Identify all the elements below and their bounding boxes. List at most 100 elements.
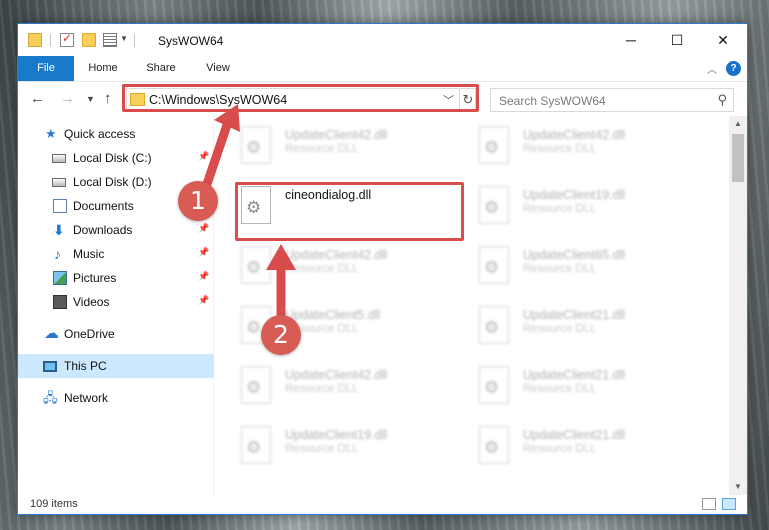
properties-icon[interactable] <box>60 31 74 47</box>
documents-icon <box>53 199 67 213</box>
file-item[interactable]: ⚙ UpdateClient21.dll Resource DLL <box>479 424 699 472</box>
file-item[interactable]: ⚙ UpdateClient19.dll Resource DLL <box>479 184 699 232</box>
tab-view[interactable]: View <box>194 56 242 81</box>
file-item[interactable]: ⚙ UpdateClient42.dll Resource DLL <box>241 124 461 172</box>
search-icon[interactable]: ⚲ <box>717 92 727 108</box>
ribbon-tabs: File Home Share View ︿ ? <box>18 56 747 82</box>
sidebar-item-music[interactable]: ♪ Music 📌 <box>18 242 214 266</box>
file-item[interactable]: ⚙ UpdateClient21.dll Resource DLL <box>479 304 699 352</box>
dll-file-icon: ⚙ <box>479 306 509 344</box>
file-item[interactable]: ⚙ UpdateClient42.dll Resource DLL <box>241 364 461 412</box>
sidebar-item-label: Quick access <box>64 127 136 141</box>
file-item[interactable]: ⚙ UpdateClient65.dll Resource DLL <box>479 244 699 292</box>
file-item[interactable]: ⚙ UpdateClient21.dll Resource DLL <box>479 364 699 412</box>
sidebar-item-videos[interactable]: Videos 📌 <box>18 290 214 314</box>
file-name: UpdateClient42.dll <box>285 248 388 262</box>
sidebar-item-label: This PC <box>64 359 107 373</box>
maximize-button[interactable]: ☐ <box>654 24 700 56</box>
file-type: Resource DLL <box>523 143 597 155</box>
dll-file-icon: ⚙ <box>479 126 509 164</box>
file-name: UpdateClient5.dll <box>285 308 381 322</box>
file-name: UpdateClient42.dll <box>285 368 388 382</box>
new-folder-icon[interactable] <box>82 33 96 47</box>
sidebar-item-label: Local Disk (C:) <box>73 151 152 165</box>
sidebar-item-downloads[interactable]: ⬇ Downloads 📌 <box>18 218 214 242</box>
pin-icon[interactable]: 📌 <box>198 247 209 258</box>
scroll-up-button[interactable]: ▲ <box>729 116 747 132</box>
sidebar-item-network[interactable]: 🖧 Network <box>18 386 214 410</box>
videos-icon <box>53 295 67 309</box>
disk-icon <box>52 178 66 187</box>
recent-locations-button[interactable]: ▼ <box>86 94 95 104</box>
sidebar-item-this-pc[interactable]: This PC <box>18 354 214 378</box>
file-type: Resource DLL <box>523 443 597 455</box>
gear-icon: ⚙ <box>246 138 262 157</box>
tab-home[interactable]: Home <box>78 56 128 81</box>
close-button[interactable]: ✕ <box>700 24 746 56</box>
file-type: Resource DLL <box>285 443 359 455</box>
dll-file-icon: ⚙ <box>479 366 509 404</box>
file-name: UpdateClient65.dll <box>523 248 626 262</box>
sidebar-item-local-disk-c[interactable]: Local Disk (C:) 📌 <box>18 146 214 170</box>
pin-icon[interactable]: 📌 <box>198 151 209 162</box>
gear-icon: ⚙ <box>246 378 262 397</box>
pin-icon[interactable]: 📌 <box>198 295 209 306</box>
gear-icon: ⚙ <box>246 438 262 457</box>
folder-icon <box>28 33 42 47</box>
sidebar-item-label: Videos <box>73 295 110 309</box>
star-icon: ★ <box>45 126 57 141</box>
sidebar-item-label: Local Disk (D:) <box>73 175 152 189</box>
pc-icon <box>43 361 57 372</box>
sidebar-item-label: Network <box>64 391 109 405</box>
gear-icon: ⚙ <box>246 318 262 337</box>
details-view-button[interactable] <box>702 498 716 510</box>
up-button[interactable]: ↑ <box>104 90 112 107</box>
dll-file-icon: ⚙ <box>479 186 509 224</box>
vertical-scrollbar[interactable]: ▲ ▼ <box>729 116 747 495</box>
gear-icon: ⚙ <box>484 258 500 277</box>
tab-share[interactable]: Share <box>136 56 186 81</box>
pictures-icon <box>53 271 67 285</box>
file-list: ⚙ UpdateClient42.dll Resource DLL ⚙ cine… <box>215 116 729 495</box>
file-type: Resource DLL <box>523 383 597 395</box>
file-item[interactable]: ⚙ UpdateClient42.dll Resource DLL <box>479 124 699 172</box>
scroll-down-button[interactable]: ▼ <box>729 479 747 495</box>
file-name: UpdateClient19.dll <box>523 188 626 202</box>
disk-icon <box>52 154 66 163</box>
customize-toolbar-icon[interactable] <box>103 33 117 47</box>
expand-ribbon-icon[interactable]: ︿ <box>707 61 717 76</box>
minimize-button[interactable]: ─ <box>608 24 654 56</box>
help-icon[interactable]: ? <box>726 61 741 76</box>
back-button[interactable]: ← <box>30 90 45 107</box>
file-highlight <box>235 182 464 241</box>
search-input[interactable]: Search SysWOW64 ⚲ <box>490 88 734 112</box>
forward-button[interactable]: → <box>60 90 75 107</box>
chevron-down-icon[interactable]: ▼ <box>120 34 128 43</box>
download-icon: ⬇ <box>53 222 65 238</box>
file-type: Resource DLL <box>285 263 359 275</box>
file-item[interactable]: ⚙ UpdateClient19.dll Resource DLL <box>241 424 461 472</box>
gear-icon: ⚙ <box>246 258 262 277</box>
file-type: Resource DLL <box>285 383 359 395</box>
search-placeholder: Search SysWOW64 <box>499 94 606 108</box>
large-icons-view-button[interactable] <box>722 498 736 510</box>
pin-icon[interactable]: 📌 <box>198 223 209 234</box>
sidebar-item-onedrive[interactable]: ☁ OneDrive <box>18 322 214 346</box>
file-name: UpdateClient21.dll <box>523 368 626 382</box>
sidebar-item-label: Documents <box>73 199 134 213</box>
item-count: 109 items <box>30 498 78 510</box>
gear-icon: ⚙ <box>484 138 500 157</box>
file-item[interactable]: ⚙ UpdateClient42.dll Resource DLL <box>241 244 461 292</box>
tab-file[interactable]: File <box>18 56 74 81</box>
step-badge-2: 2 <box>261 315 301 355</box>
file-type: Resource DLL <box>523 263 597 275</box>
status-bar: 109 items <box>18 495 747 514</box>
scroll-thumb[interactable] <box>732 134 744 182</box>
gear-icon: ⚙ <box>484 378 500 397</box>
gear-icon: ⚙ <box>484 198 500 217</box>
pin-icon[interactable]: 📌 <box>198 271 209 282</box>
divider <box>134 34 135 47</box>
sidebar-item-pictures[interactable]: Pictures 📌 <box>18 266 214 290</box>
cloud-icon: ☁ <box>44 325 59 342</box>
sidebar-item-quick-access[interactable]: ★ Quick access <box>18 122 214 146</box>
